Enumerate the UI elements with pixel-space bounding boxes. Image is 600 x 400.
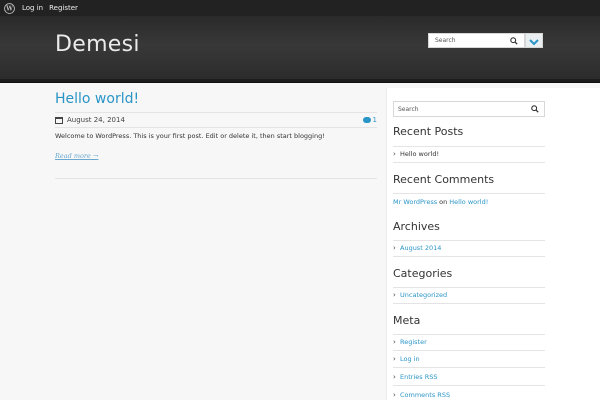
archives-heading: Archives [393, 220, 440, 233]
widget-divider [393, 162, 545, 163]
meta-item: › Register [393, 338, 427, 346]
post-title-link[interactable]: Hello world! [55, 91, 377, 107]
post-date: August 24, 2014 [67, 116, 125, 124]
widget-divider [393, 256, 545, 257]
comment-bubble-icon [362, 117, 371, 123]
recent-comments-heading: Recent Comments [393, 173, 495, 186]
post-meta: August 24, 2014 1 [55, 112, 377, 128]
chevron-right-icon: › [393, 391, 396, 399]
chevron-right-icon: › [393, 291, 396, 299]
widget-divider [393, 350, 545, 351]
header-search [428, 33, 525, 48]
meta-heading: Meta [393, 314, 421, 327]
admin-login-link[interactable]: Log in [22, 0, 43, 16]
comments-link[interactable]: 1 [362, 116, 377, 124]
archive-item: › August 2014 [393, 244, 441, 252]
header-search-input[interactable] [429, 34, 505, 47]
widget-divider [393, 240, 545, 241]
read-more-link[interactable]: Read more → [55, 152, 98, 160]
widget-divider [393, 334, 545, 335]
categories-heading: Categories [393, 267, 453, 280]
menu-toggle-button[interactable] [525, 33, 543, 48]
comment-author-link[interactable]: Mr WordPress [393, 198, 437, 206]
recent-post-item: › Hello world! [393, 150, 439, 158]
search-icon[interactable] [505, 34, 523, 47]
meta-register-link[interactable]: Register [400, 338, 427, 346]
widget-divider [393, 146, 545, 147]
meta-item: › Log in [393, 355, 420, 363]
post-divider [55, 178, 377, 179]
chevron-right-icon: › [393, 244, 396, 252]
meta-comments-rss-link[interactable]: Comments RSS [400, 391, 450, 399]
wordpress-logo-icon[interactable]: W [1, 0, 17, 16]
site-title[interactable]: Demesi [55, 32, 140, 57]
chevron-right-icon: › [393, 355, 396, 363]
comment-count: 1 [372, 116, 377, 124]
widget-divider [393, 303, 545, 304]
sidebar: Recent Posts › Hello world! Recent Comme… [386, 88, 600, 400]
post-excerpt: Welcome to WordPress. This is your first… [55, 132, 325, 140]
archive-link[interactable]: August 2014 [400, 244, 441, 252]
comment-post-link[interactable]: Hello world! [449, 198, 488, 206]
sidebar-search [393, 101, 545, 117]
recent-comment-item: Mr WordPress on Hello world! [393, 198, 488, 206]
chevron-right-icon: › [393, 150, 396, 158]
meta-item: › Comments RSS [393, 391, 450, 399]
sidebar-search-input[interactable] [394, 102, 526, 116]
recent-post-link[interactable]: Hello world! [400, 150, 439, 158]
meta-item: › Entries RSS [393, 373, 437, 381]
search-icon[interactable] [526, 102, 544, 116]
widget-divider [393, 287, 545, 288]
svg-text:W: W [5, 5, 13, 12]
site-header: Demesi [0, 16, 600, 83]
main-content: Hello world! August 24, 2014 1 Welcome t… [55, 88, 377, 179]
widget-divider [393, 193, 545, 194]
calendar-icon [55, 116, 63, 124]
chevron-right-icon: › [393, 338, 396, 346]
widget-divider [393, 385, 545, 386]
widget-divider [393, 367, 545, 368]
meta-login-link[interactable]: Log in [400, 355, 420, 363]
chevron-right-icon: › [393, 373, 396, 381]
admin-bar: W Log in Register [0, 0, 600, 16]
chevron-down-icon [529, 31, 539, 50]
meta-entries-rss-link[interactable]: Entries RSS [400, 373, 437, 381]
admin-register-link[interactable]: Register [49, 0, 78, 16]
category-item: › Uncategorized [393, 291, 447, 299]
comment-on-text: on [439, 198, 448, 206]
recent-posts-heading: Recent Posts [393, 125, 464, 138]
category-link[interactable]: Uncategorized [400, 291, 447, 299]
